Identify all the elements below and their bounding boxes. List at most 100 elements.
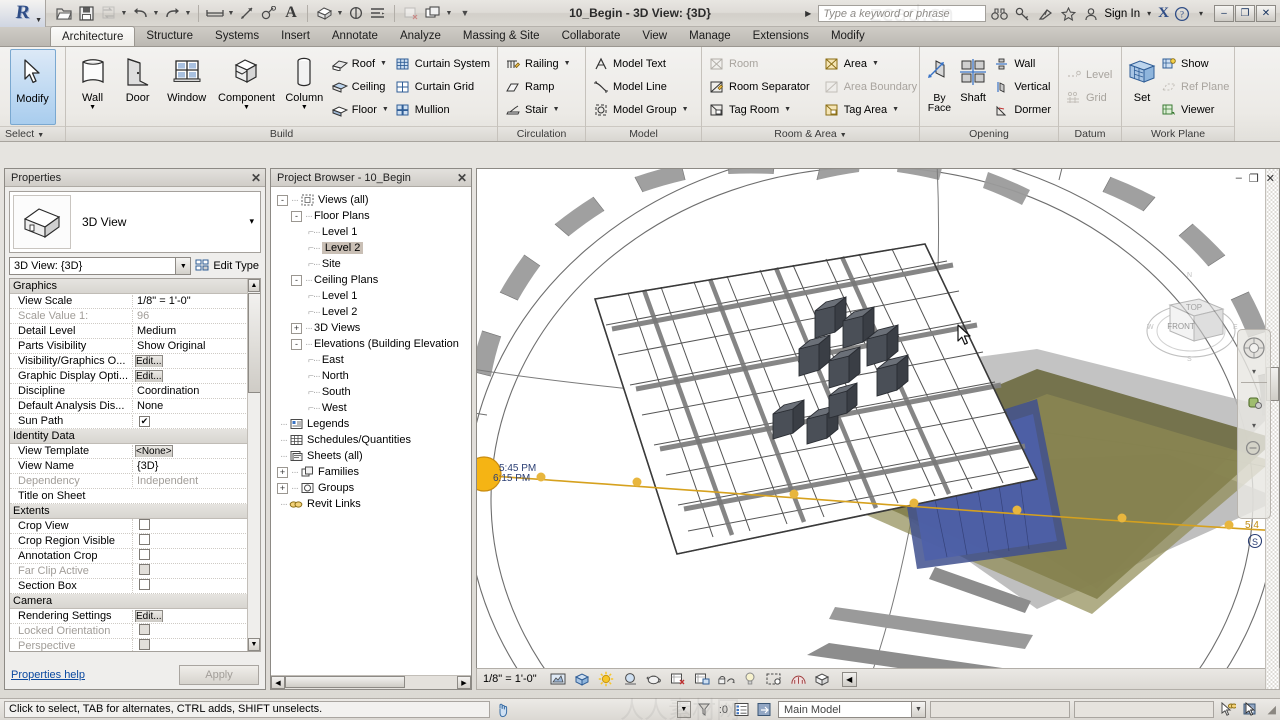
area-button[interactable]: Area ▼: [821, 52, 920, 75]
property-row[interactable]: Title on Sheet: [10, 489, 260, 504]
render-teapot-icon[interactable]: [646, 671, 663, 688]
visual-style-box-icon[interactable]: [574, 671, 591, 688]
crop-off-icon[interactable]: [670, 671, 687, 688]
scrollbar-thumb[interactable]: [248, 293, 260, 393]
property-row[interactable]: Visibility/Graphics O... Edit...: [10, 354, 260, 369]
property-group-camera[interactable]: Camera ⌃: [10, 594, 260, 609]
expander-plus-icon[interactable]: +: [291, 322, 302, 334]
thin-lines-icon[interactable]: [368, 3, 388, 23]
tree-node-elevation-south[interactable]: ⌐··· South: [275, 384, 471, 400]
tree-node-views-all[interactable]: - ··· Views (all): [275, 192, 471, 208]
help-question-icon[interactable]: ?: [1172, 4, 1192, 24]
tree-node-floorplan-site[interactable]: ⌐··· Site: [275, 256, 471, 272]
show-workplane-button[interactable]: Show: [1158, 52, 1232, 75]
tree-node-3d-views[interactable]: + ··· 3D Views: [275, 320, 471, 336]
expander-minus-icon[interactable]: -: [291, 338, 302, 350]
tag-area-button[interactable]: Tag Area ▼: [821, 98, 920, 121]
type-preview[interactable]: 3D View ▾: [9, 191, 261, 253]
detail-level-icon[interactable]: [550, 671, 567, 688]
expander-plus-icon[interactable]: +: [277, 466, 288, 478]
tab-modify[interactable]: Modify: [820, 26, 876, 46]
property-value[interactable]: 1/8" = 1'-0": [132, 295, 260, 307]
tree-node-ceiling-plans[interactable]: - ··· Ceiling Plans: [275, 272, 471, 288]
chevron-down-icon[interactable]: ▼: [336, 10, 344, 17]
curtain-grid-button[interactable]: Curtain Grid: [392, 75, 493, 98]
pan-hand-icon[interactable]: [1241, 389, 1267, 415]
property-row[interactable]: Crop View: [10, 519, 260, 534]
property-row[interactable]: Detail Level Medium: [10, 324, 260, 339]
view-cube[interactable]: TOP FRONT W E S N: [1139, 257, 1251, 369]
mullion-button[interactable]: Mullion: [392, 98, 493, 121]
room-button[interactable]: Room: [706, 52, 813, 75]
tree-node-families[interactable]: + ··· Families: [275, 464, 471, 480]
key-icon[interactable]: [1012, 4, 1032, 24]
sync-icon[interactable]: [98, 3, 118, 23]
chevron-down-icon[interactable]: ▼: [243, 104, 250, 111]
tree-node-revit-links[interactable]: ··· Revit Links: [275, 496, 471, 512]
application-menu-button[interactable]: R ▼: [0, 0, 46, 27]
filter-icon[interactable]: [695, 701, 714, 719]
property-group-identity-data[interactable]: Identity Data ⌃: [10, 429, 260, 444]
wall-opening-button[interactable]: Wall: [991, 52, 1054, 75]
close-icon[interactable]: ✕: [457, 171, 467, 185]
by-face-button[interactable]: By Face: [924, 49, 955, 113]
property-row[interactable]: Annotation Crop: [10, 549, 260, 564]
model-text-button[interactable]: Model Text: [590, 52, 692, 75]
model-line-button[interactable]: Model Line: [590, 75, 692, 98]
drawing-canvas[interactable]: 5:45 PM 6:15 PM 5:4 S TOP FRONT W E S N …: [476, 168, 1280, 690]
expander-minus-icon[interactable]: -: [277, 194, 288, 206]
view-template-button[interactable]: <None>: [135, 445, 173, 457]
chevron-down-icon[interactable]: ▼: [152, 10, 160, 17]
scroll-right-button[interactable]: ▶: [457, 676, 471, 689]
scroll-left-button[interactable]: ◀: [271, 676, 285, 689]
crop-region-icon[interactable]: [694, 671, 711, 688]
magnifier-icon[interactable]: [1241, 436, 1267, 462]
property-row[interactable]: Crop Region Visible: [10, 534, 260, 549]
properties-vertical-scrollbar[interactable]: ▲ ▼: [247, 279, 260, 651]
property-row[interactable]: View Scale 1/8" = 1'-0": [10, 294, 260, 309]
folder-open-icon[interactable]: [54, 3, 74, 23]
chevron-down-icon[interactable]: ▼: [553, 106, 560, 113]
sign-in-label[interactable]: Sign In: [1104, 8, 1140, 20]
expand-view-control-bar-button[interactable]: ◀: [841, 671, 857, 687]
dormer-opening-button[interactable]: Dormer: [991, 98, 1054, 121]
expander-minus-icon[interactable]: -: [291, 210, 302, 222]
tab-systems[interactable]: Systems: [204, 26, 270, 46]
close-window-button[interactable]: ✕: [1256, 5, 1276, 22]
chevron-right-icon[interactable]: ▶: [805, 9, 811, 18]
set-workplane-button[interactable]: Set: [1126, 49, 1158, 104]
chevron-down-icon[interactable]: ▼: [184, 10, 192, 17]
3d-house-icon[interactable]: [314, 3, 334, 23]
chevron-down-icon[interactable]: ▼: [380, 60, 387, 67]
tab-insert[interactable]: Insert: [270, 26, 321, 46]
tree-node-sheets[interactable]: ··· Sheets (all): [275, 448, 471, 464]
property-group-extents[interactable]: Extents ⌃: [10, 504, 260, 519]
tree-node-floor-plans[interactable]: - ··· Floor Plans: [275, 208, 471, 224]
vertical-opening-button[interactable]: Vertical: [991, 75, 1054, 98]
close-window-icon[interactable]: [401, 3, 421, 23]
tab-collaborate[interactable]: Collaborate: [551, 26, 632, 46]
properties-help-link[interactable]: Properties help: [11, 669, 85, 681]
roof-button[interactable]: Roof ▼: [329, 52, 392, 75]
floor-button[interactable]: Floor ▼: [329, 98, 392, 121]
sun-icon[interactable]: [598, 671, 615, 688]
apply-button[interactable]: Apply: [179, 665, 259, 685]
user-avatar-icon[interactable]: [1081, 4, 1101, 24]
crop-view-checkbox[interactable]: [139, 519, 150, 530]
tree-node-elevation-east[interactable]: ⌐··· East: [275, 352, 471, 368]
tree-node-elevation-north[interactable]: ⌐··· North: [275, 368, 471, 384]
exclude-options-icon[interactable]: [1241, 701, 1260, 719]
binoculars-icon[interactable]: [989, 4, 1009, 24]
analytical-model-icon[interactable]: [790, 671, 807, 688]
infocenter-search-input[interactable]: Type a keyword or phrase: [818, 5, 987, 22]
tab-architecture[interactable]: Architecture: [50, 26, 136, 46]
visibility-graphics-edit-button[interactable]: Edit...: [135, 355, 163, 367]
chevron-down-icon[interactable]: ▼: [301, 104, 308, 111]
tag-room-button[interactable]: Tag Room ▼: [706, 98, 813, 121]
crop-region-visible-checkbox[interactable]: [139, 534, 150, 545]
scroll-up-button[interactable]: ▲: [248, 279, 260, 292]
model-group-button[interactable]: Model Group ▼: [590, 98, 692, 121]
restore-view-button[interactable]: ❐: [1249, 172, 1259, 185]
customize-qat-chevron-down-icon[interactable]: ▼: [455, 3, 475, 23]
switch-windows-icon[interactable]: [423, 3, 443, 23]
